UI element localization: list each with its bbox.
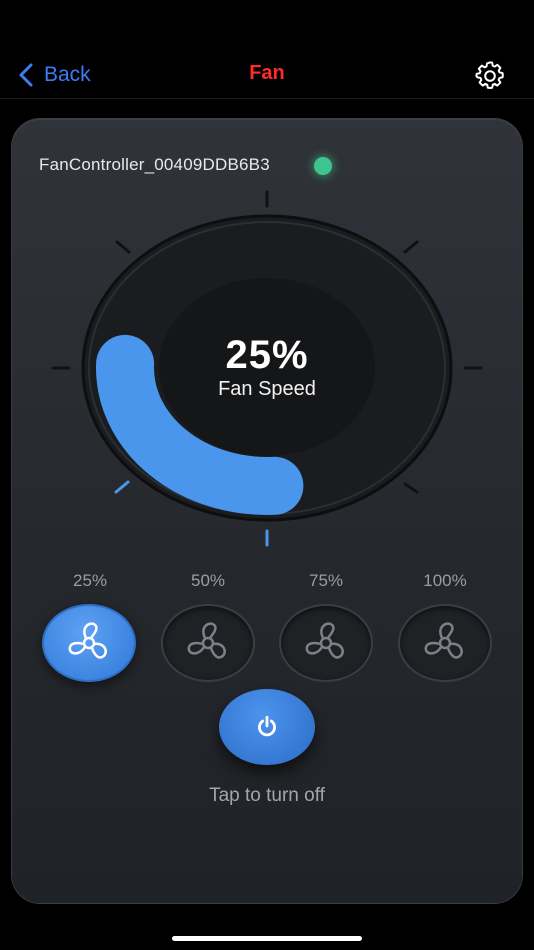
speed-label-50: 50% (190, 571, 226, 590)
fan-speed-value: 25% (225, 333, 309, 377)
fan-icon (424, 622, 463, 659)
fan-icon (68, 622, 107, 659)
power-button[interactable] (219, 689, 315, 765)
fan-icon (187, 622, 226, 659)
home-indicator (172, 936, 362, 941)
speed-button-75[interactable] (279, 604, 373, 682)
navigation-bar: Back Fan (0, 0, 534, 99)
power-hint: Tap to turn off (209, 785, 325, 806)
device-name: FanController_00409DDB6B3 (39, 155, 270, 174)
page-title: Fan (249, 62, 285, 84)
connection-status-indicator (314, 157, 332, 175)
gear-icon[interactable] (474, 60, 506, 92)
fan-icon (305, 622, 344, 659)
speed-button-100[interactable] (398, 604, 492, 682)
speed-button-25[interactable] (42, 604, 136, 682)
fan-speed-label: Fan Speed (218, 378, 316, 400)
power-icon (258, 715, 276, 737)
speed-label-100: 100% (423, 571, 467, 590)
speed-label-75: 75% (308, 571, 344, 590)
speed-label-25: 25% (72, 571, 108, 590)
speed-button-50[interactable] (161, 604, 255, 682)
